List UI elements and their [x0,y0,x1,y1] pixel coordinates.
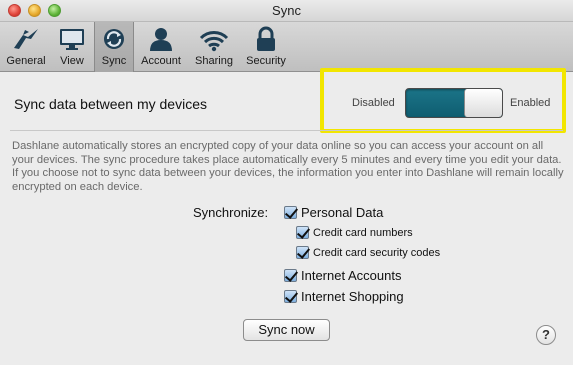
tab-sharing[interactable]: Sharing [190,22,238,72]
checkbox-label: Internet Accounts [301,268,402,283]
wifi-icon [199,26,229,52]
tab-sharing-label: Sharing [195,55,233,67]
monitor-icon [57,26,87,52]
checkbox-internet-accounts[interactable]: Internet Accounts [284,268,401,283]
checkbox-label: Personal Data [301,205,384,220]
sync-devices-label: Sync data between my devices [14,96,207,112]
checkbox-label: Credit card numbers [313,226,413,239]
tab-sync-label: Sync [101,55,127,67]
tab-account[interactable]: Account [136,22,186,72]
toggle-knob[interactable] [464,89,502,117]
lock-icon [251,26,281,52]
tab-general-label: General [6,55,46,67]
window-title: Sync [272,3,301,18]
tab-view-label: View [60,55,84,67]
synchronize-caption: Synchronize: [193,205,269,220]
checkbox[interactable] [284,269,297,282]
checkbox[interactable] [284,290,297,303]
sync-now-button[interactable]: Sync now [243,319,330,341]
checkbox[interactable] [296,246,309,259]
sync-icon [99,26,129,52]
sync-toggle-switch[interactable] [405,88,503,118]
checkbox-internet-shopping[interactable]: Internet Shopping [284,289,404,304]
tab-security[interactable]: Security [240,22,292,72]
checkbox-label: Credit card security codes [313,246,441,259]
toggle-off-label: Disabled [352,97,395,109]
toggle-on-label: Enabled [510,97,551,109]
checkbox-label: Internet Shopping [301,289,404,304]
title-bar: Sync [0,0,573,22]
person-icon [146,26,176,52]
tab-general[interactable]: General [2,22,50,72]
general-icon [11,26,41,52]
checkbox[interactable] [284,206,297,219]
checkbox[interactable] [296,226,309,239]
checkbox-credit-card-security-codes[interactable]: Credit card security codes [296,246,440,259]
tab-account-label: Account [141,55,181,67]
tab-view[interactable]: View [52,22,92,72]
preferences-toolbar: General View Sync Account Sharing Securi… [0,22,573,72]
divider [10,130,563,131]
tab-sync[interactable]: Sync [94,22,134,72]
checkbox-personal-data[interactable]: Personal Data [284,205,383,220]
tab-security-label: Security [246,55,286,67]
help-button[interactable]: ? [536,325,556,345]
sync-description: Dashlane automatically stores an encrypt… [12,140,564,193]
checkbox-credit-card-numbers[interactable]: Credit card numbers [296,226,413,239]
